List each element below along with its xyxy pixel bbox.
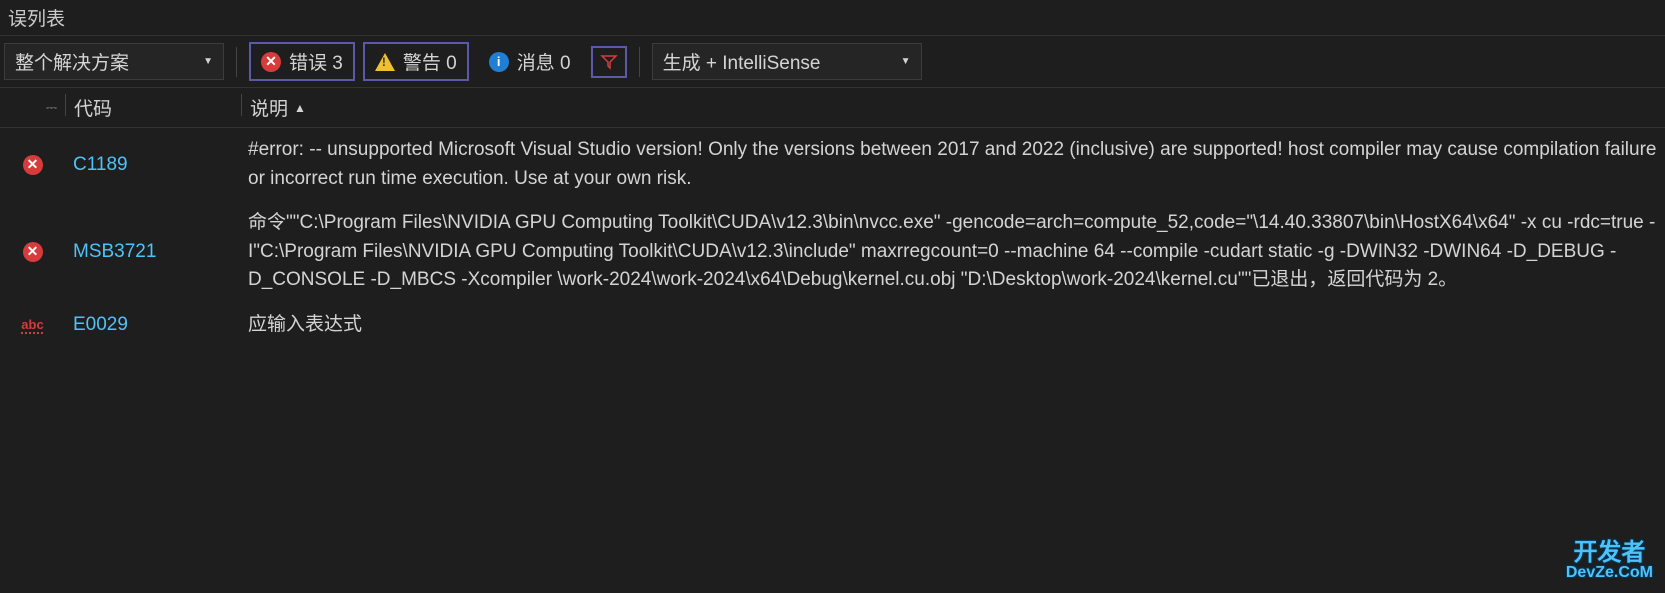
table-row[interactable]: ✕ MSB3721 命令""C:\Program Files\NVIDIA GP… <box>0 201 1665 303</box>
column-header-description-label: 说明 <box>250 94 288 121</box>
row-icon-cell: abc <box>0 317 65 332</box>
error-list-body: ✕ C1189 #error: -- unsupported Microsoft… <box>0 128 1665 347</box>
table-row[interactable]: ✕ C1189 #error: -- unsupported Microsoft… <box>0 128 1665 201</box>
scope-dropdown[interactable]: 整个解决方案 ▼ <box>4 43 224 80</box>
error-icon: ✕ <box>23 155 43 175</box>
messages-filter-button[interactable]: i 消息 0 <box>477 42 583 81</box>
row-icon-cell: ✕ <box>0 155 65 175</box>
error-description: 命令""C:\Program Files\NVIDIA GPU Computin… <box>240 209 1665 295</box>
watermark-line2: DevZe.CoM <box>1566 565 1653 581</box>
table-row[interactable]: abc E0029 应输入表达式 <box>0 303 1665 348</box>
error-code: E0029 <box>65 314 240 336</box>
error-code: C1189 <box>65 154 240 176</box>
chevron-down-icon: ▼ <box>901 56 911 67</box>
clear-filter-button[interactable] <box>591 46 627 78</box>
errors-count-label: 错误 3 <box>289 48 343 75</box>
errors-filter-button[interactable]: ✕ 错误 3 <box>249 42 355 81</box>
toolbar: 整个解决方案 ▼ ✕ 错误 3 警告 0 i 消息 0 生成 + Intelli… <box>0 36 1665 88</box>
sort-ascending-icon: ▲ <box>294 101 306 115</box>
row-icon-cell: ✕ <box>0 242 65 262</box>
warnings-filter-button[interactable]: 警告 0 <box>363 42 469 81</box>
error-icon: ✕ <box>23 242 43 262</box>
messages-count-label: 消息 0 <box>517 48 571 75</box>
warnings-count-label: 警告 0 <box>403 48 457 75</box>
warning-icon <box>375 53 395 71</box>
error-icon: ✕ <box>261 52 281 72</box>
error-description: #error: -- unsupported Microsoft Visual … <box>240 136 1665 193</box>
source-dropdown[interactable]: 生成 + IntelliSense ▼ <box>652 43 922 80</box>
filter-icon <box>599 52 619 72</box>
watermark: 开发者 DevZe.CoM <box>1566 541 1653 581</box>
scope-label: 整个解决方案 <box>15 48 129 75</box>
table-header: ⎓ 代码 说明 ▲ <box>0 88 1665 128</box>
info-icon: i <box>489 52 509 72</box>
column-header-code[interactable]: 代码 <box>66 94 241 121</box>
divider <box>639 47 640 77</box>
column-header-description[interactable]: 说明 ▲ <box>242 94 1665 121</box>
source-label: 生成 + IntelliSense <box>663 48 821 75</box>
abc-icon: abc <box>21 317 43 332</box>
error-code: MSB3721 <box>65 241 240 263</box>
watermark-line1: 开发者 <box>1566 541 1653 565</box>
divider <box>236 47 237 77</box>
chevron-down-icon: ▼ <box>203 56 213 67</box>
column-header-icon[interactable]: ⎓ <box>0 94 65 121</box>
error-description: 应输入表达式 <box>240 311 1665 340</box>
panel-title: 误列表 <box>0 0 1665 36</box>
